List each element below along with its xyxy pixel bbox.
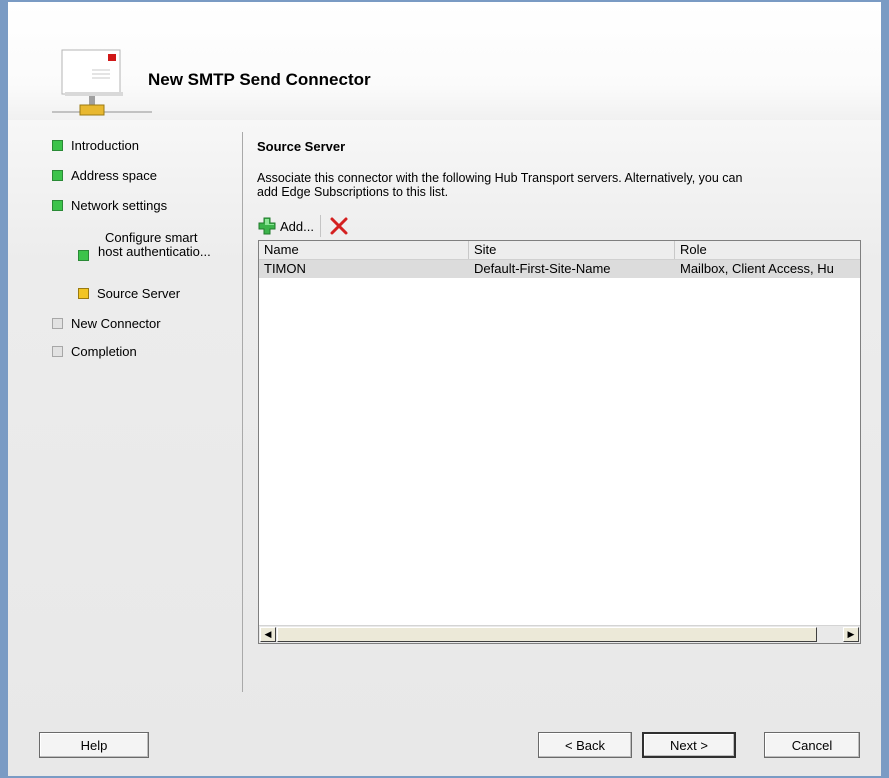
horizontal-scrollbar[interactable]: ◀ ▶ — [259, 625, 860, 643]
add-button[interactable]: Add... — [257, 215, 321, 237]
list-header: Name Site Role — [259, 241, 860, 260]
completed-step-icon — [52, 170, 63, 181]
back-button[interactable]: < Back — [538, 732, 632, 758]
send-connector-icon — [52, 49, 152, 116]
nav-divider — [242, 132, 243, 692]
scroll-left-button[interactable]: ◀ — [260, 627, 276, 642]
wizard-header: New SMTP Send Connector — [8, 2, 881, 120]
pending-step-icon — [52, 318, 63, 329]
column-header-role[interactable]: Role — [675, 241, 860, 259]
scrollbar-thumb[interactable] — [277, 627, 817, 642]
completed-step-icon — [52, 200, 63, 211]
wizard-window: New SMTP Send Connector Introduction Add… — [0, 0, 889, 778]
table-row[interactable]: TIMON Default-First-Site-Name Mailbox, C… — [259, 260, 860, 278]
pending-step-icon — [52, 346, 63, 357]
page-description: Associate this connector with the follow… — [257, 171, 743, 199]
cell-site: Default-First-Site-Name — [474, 261, 611, 276]
green-plus-icon — [258, 217, 276, 235]
page-heading: Source Server — [257, 139, 346, 154]
nav-step-source-server[interactable]: Source Server — [78, 286, 180, 301]
next-button[interactable]: Next > — [642, 732, 736, 758]
nav-step-network-settings[interactable]: Network settings — [52, 198, 167, 213]
completed-step-icon — [78, 250, 89, 261]
help-button[interactable]: Help — [39, 732, 149, 758]
completed-step-icon — [52, 140, 63, 151]
column-header-site[interactable]: Site — [469, 241, 675, 259]
scroll-right-button[interactable]: ▶ — [843, 627, 859, 642]
cell-name: TIMON — [264, 261, 306, 276]
current-step-icon — [78, 288, 89, 299]
wizard-title: New SMTP Send Connector — [148, 70, 371, 89]
red-x-icon[interactable] — [328, 215, 350, 237]
nav-step-completion: Completion — [52, 344, 137, 359]
nav-step-label-line1: Configure smart — [105, 230, 198, 245]
column-header-name[interactable]: Name — [259, 241, 469, 259]
cancel-button[interactable]: Cancel — [764, 732, 860, 758]
nav-step-introduction[interactable]: Introduction — [52, 138, 139, 153]
source-servers-list[interactable]: Name Site Role TIMON Default-First-Site-… — [258, 240, 861, 644]
nav-step-address-space[interactable]: Address space — [52, 168, 157, 183]
nav-step-new-connector: New Connector — [52, 316, 161, 331]
nav-step-label-line2: host authenticatio... — [98, 244, 211, 259]
cell-role: Mailbox, Client Access, Hu — [680, 261, 834, 276]
add-button-label: Add... — [280, 218, 314, 234]
list-toolbar: Add... — [257, 214, 350, 238]
